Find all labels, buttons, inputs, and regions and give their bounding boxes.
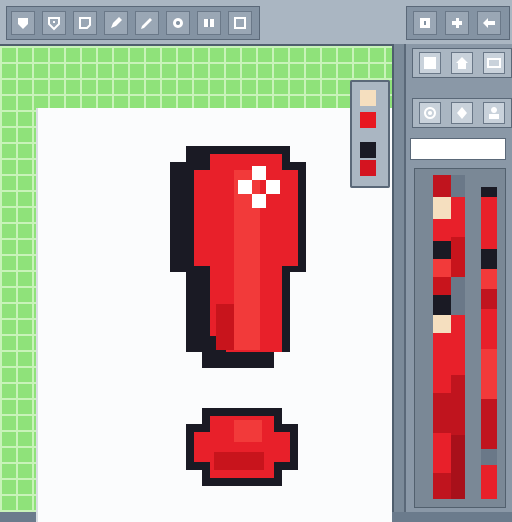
brush-icon [141, 18, 152, 29]
color-strip[interactable] [481, 187, 497, 499]
view-button[interactable] [419, 102, 441, 124]
house-icon [456, 57, 468, 69]
select-tool-button[interactable] [42, 11, 66, 35]
rectangle-icon [487, 58, 501, 68]
gear-icon [173, 18, 183, 28]
layers-tool-button[interactable] [197, 11, 221, 35]
person-icon [489, 107, 499, 119]
color-strip[interactable] [433, 175, 451, 499]
color-swatch[interactable] [360, 160, 376, 176]
rectangle-button[interactable] [483, 52, 505, 74]
frame-button[interactable] [413, 11, 437, 35]
home-button[interactable] [451, 52, 473, 74]
color-swatch[interactable] [360, 142, 376, 158]
shield-tool-button[interactable] [11, 11, 35, 35]
shape-tool-button[interactable] [73, 11, 97, 35]
pencil-icon [111, 17, 122, 28]
exclamation-mark-artwork [170, 146, 306, 486]
brush-tool-button[interactable] [135, 11, 159, 35]
pencil-tool-button[interactable] [104, 11, 128, 35]
tool-group-left [6, 6, 260, 40]
note-button[interactable] [419, 52, 441, 74]
square-icon [234, 17, 246, 29]
drawing-canvas[interactable] [36, 108, 392, 522]
color-strip[interactable] [451, 175, 465, 499]
layers-icon [204, 19, 214, 27]
diamond-icon [457, 107, 467, 119]
user-button[interactable] [483, 102, 505, 124]
panel-toolbar-middle [412, 98, 512, 128]
panel-toolbar-top [412, 48, 512, 78]
shape-icon [79, 17, 91, 29]
eye-icon [424, 107, 436, 119]
bar-shade [216, 304, 234, 350]
color-strips [433, 175, 497, 499]
arrow-left-icon [483, 18, 495, 28]
sparkle-pixel [252, 166, 266, 180]
panel-divider[interactable] [392, 44, 406, 512]
tool-group-right [406, 6, 510, 40]
canvas-area[interactable] [0, 46, 392, 522]
frame-tool-button[interactable] [228, 11, 252, 35]
sparkle-pixel [238, 180, 252, 194]
shield-icon [18, 18, 28, 29]
diamond-button[interactable] [451, 102, 473, 124]
sparkle-pixel [266, 180, 280, 194]
dot-shade [214, 452, 264, 470]
select-shield-icon [48, 17, 60, 31]
color-swatch[interactable] [360, 112, 376, 128]
plugin-button[interactable] [445, 11, 469, 35]
mini-color-palette [350, 80, 390, 188]
dot-highlight [234, 420, 262, 442]
top-toolbar [0, 0, 512, 46]
color-swatch[interactable] [360, 90, 376, 106]
layer-name-input[interactable] [410, 138, 506, 160]
frame-icon [420, 18, 430, 28]
puzzle-icon [452, 18, 462, 28]
settings-tool-button[interactable] [166, 11, 190, 35]
note-icon [424, 57, 436, 69]
sparkle-pixel [252, 194, 266, 208]
color-strips-panel [414, 168, 506, 508]
back-button[interactable] [477, 11, 501, 35]
